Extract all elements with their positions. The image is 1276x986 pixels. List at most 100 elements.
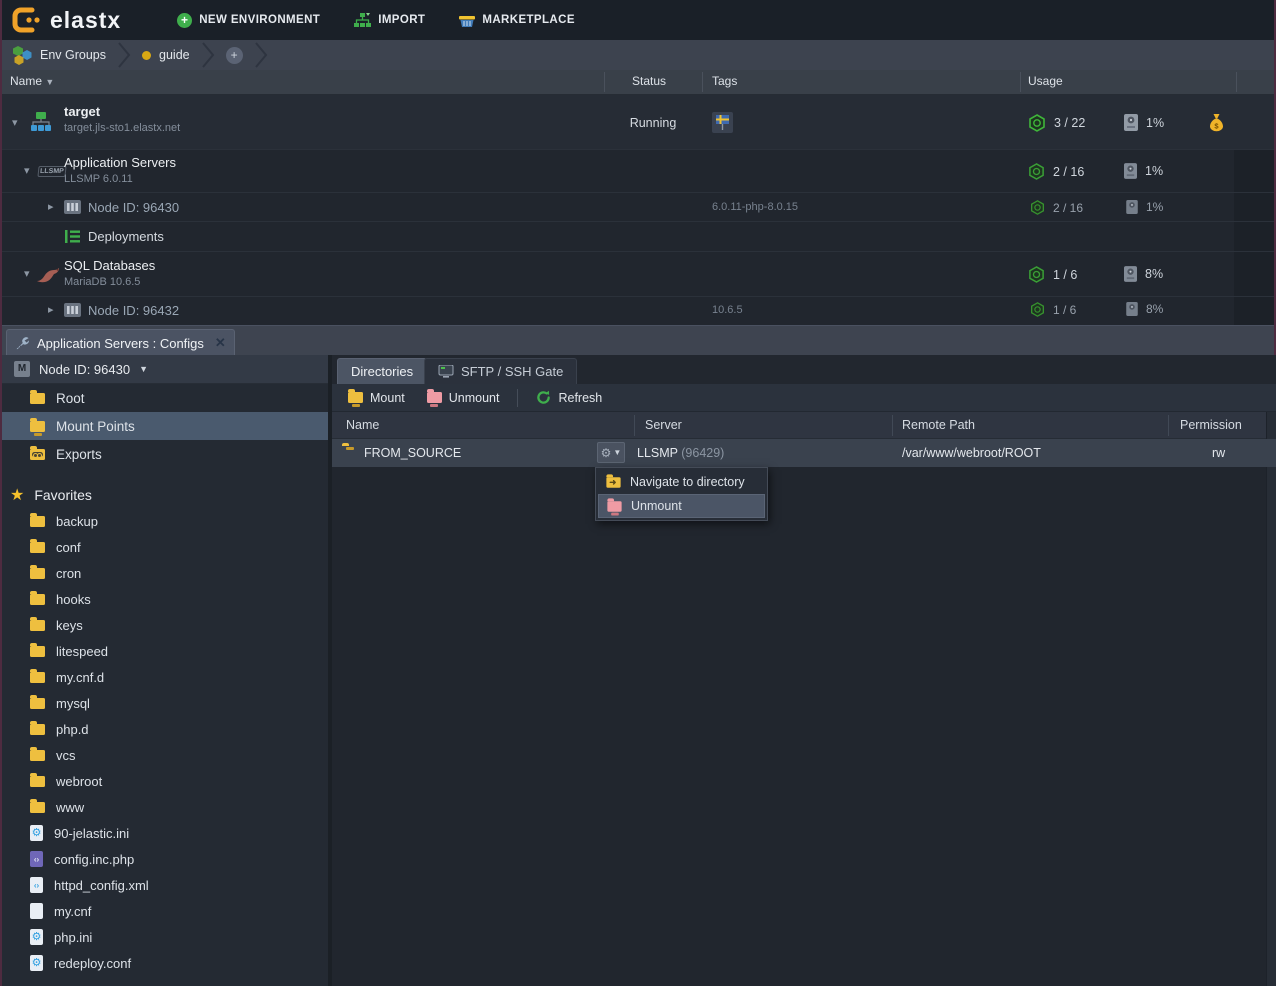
ini-file-icon: ⚙ <box>30 929 43 945</box>
new-environment-button[interactable]: + NEW ENVIRONMENT <box>163 0 334 40</box>
env-row-app-servers[interactable]: ▾ LLSMP Application Servers LLSMP 6.0.11… <box>2 150 1274 193</box>
conf-file-icon: ⚙ <box>30 955 43 971</box>
unmount-button[interactable]: Unmount <box>419 387 508 409</box>
exports-folder-icon <box>30 449 45 460</box>
favorites-header: ★ Favorites <box>2 482 328 508</box>
chevron-down-icon[interactable]: ▾ <box>24 164 30 177</box>
breadcrumb-group[interactable]: guide <box>132 48 200 62</box>
favorite-folder[interactable]: php.d <box>2 716 328 742</box>
favorite-folder[interactable]: litespeed <box>2 638 328 664</box>
cloudlet-usage: 2 / 16 <box>1028 163 1084 180</box>
sidebar-item-mount-points[interactable]: Mount Points <box>2 412 328 440</box>
cloudlet-icon <box>1030 200 1045 215</box>
panel-tab-strip: Application Servers : Configs ✕ <box>2 325 1274 355</box>
tab-sftp-ssh-gate[interactable]: SFTP / SSH Gate <box>424 358 577 384</box>
row-actions-button[interactable]: ⚙▼ <box>597 442 625 463</box>
favorite-folder[interactable]: vcs <box>2 742 328 768</box>
favorite-folder[interactable]: my.cnf.d <box>2 664 328 690</box>
chevron-down-icon[interactable]: ▾ <box>24 267 30 280</box>
close-panel-icon[interactable]: ✕ <box>215 335 226 351</box>
favorite-file[interactable]: ⚙php.ini <box>2 924 328 950</box>
disk-icon <box>1126 302 1138 316</box>
favorite-folder[interactable]: mysql <box>2 690 328 716</box>
billing-badge[interactable]: $ <box>1208 113 1225 132</box>
import-button[interactable]: IMPORT <box>340 0 439 40</box>
favorite-folder[interactable]: cron <box>2 560 328 586</box>
chevron-right-icon[interactable]: ▸ <box>48 303 54 316</box>
favorite-file[interactable]: ⚙90-jelastic.ini <box>2 820 328 846</box>
column-name[interactable]: Name ▼ <box>10 74 54 88</box>
favorite-folder[interactable]: hooks <box>2 586 328 612</box>
folder-icon <box>30 393 45 404</box>
refresh-button[interactable]: Refresh <box>528 387 610 409</box>
favorite-folder[interactable]: webroot <box>2 768 328 794</box>
column-divider <box>634 415 635 436</box>
env-title: target target.jls-sto1.elastx.net <box>64 104 180 134</box>
sidebar-item-root[interactable]: Root <box>2 384 328 412</box>
column-server[interactable]: Server <box>645 418 682 432</box>
column-divider <box>1020 72 1021 92</box>
folder-icon <box>30 750 45 761</box>
column-name[interactable]: Name <box>346 418 379 432</box>
env-groups-icon <box>12 45 32 65</box>
table-scrollbar-gutter[interactable] <box>1266 412 1276 986</box>
chevron-down-icon[interactable]: ▾ <box>12 116 18 129</box>
mount-row-from-source[interactable]: FROM_SOURCE ⚙▼ LLSMP (96429) /var/www/we… <box>332 439 1276 467</box>
favorite-folder[interactable]: conf <box>2 534 328 560</box>
folder-icon <box>30 724 45 735</box>
configs-panel-tab[interactable]: Application Servers : Configs ✕ <box>6 329 235 356</box>
env-row-deployments[interactable]: Deployments <box>2 222 1274 252</box>
mounts-table-header: Name Server Remote Path Permission <box>332 412 1276 439</box>
env-row-sql-databases[interactable]: ▾ SQL Databases MariaDB 10.6.5 1 / 6 8% <box>2 252 1274 297</box>
refresh-icon <box>536 390 551 405</box>
menu-item-unmount[interactable]: Unmount <box>598 494 765 518</box>
toolbar-divider <box>517 389 518 407</box>
favorite-file[interactable]: ‹›config.inc.php <box>2 846 328 872</box>
layer-title: Application Servers LLSMP 6.0.11 <box>64 155 176 185</box>
config-sidebar: M Node ID: 96430 ▼ Root Mount Points Exp… <box>2 355 328 986</box>
env-row-target[interactable]: ▾ target target.jls-sto1.elastx.net Runn… <box>2 95 1274 150</box>
caret-down-icon: ▼ <box>139 364 148 374</box>
folder-icon <box>30 646 45 657</box>
mount-button[interactable]: Mount <box>340 387 413 409</box>
navigate-folder-icon: ➜ <box>606 477 620 487</box>
env-row-node-96430[interactable]: ▸ Node ID: 96430 6.0.11-php-8.0.15 2 / 1… <box>2 193 1274 222</box>
column-remote-path[interactable]: Remote Path <box>902 418 975 432</box>
favorite-folder[interactable]: backup <box>2 508 328 534</box>
cloudlet-icon <box>1028 114 1046 132</box>
marketplace-button[interactable]: MARKETPLACE <box>445 0 589 40</box>
cloudlet-icon <box>1030 302 1045 317</box>
menu-item-navigate-to-directory[interactable]: ➜ Navigate to directory <box>598 470 765 494</box>
favorite-file[interactable]: ‹›httpd_config.xml <box>2 872 328 898</box>
brand-logo[interactable]: elastx <box>2 7 139 34</box>
region-tag[interactable] <box>712 112 733 133</box>
folder-icon <box>30 568 45 579</box>
tab-directories[interactable]: Directories <box>337 358 427 384</box>
add-group-button[interactable]: + <box>216 47 253 64</box>
column-divider <box>604 72 605 92</box>
env-row-node-96432[interactable]: ▸ Node ID: 96432 10.6.5 1 / 6 8% <box>2 297 1274 325</box>
favorite-file[interactable]: ⚙redeploy.conf <box>2 950 328 976</box>
file-icon <box>30 903 43 919</box>
environment-list: ▾ target target.jls-sto1.elastx.net Runn… <box>2 95 1274 325</box>
disk-icon <box>1124 163 1137 179</box>
sidebar-item-exports[interactable]: Exports <box>2 440 328 468</box>
cloudlet-usage: 3 / 22 <box>1028 114 1085 132</box>
folder-icon <box>30 802 45 813</box>
chevron-right-icon[interactable]: ▸ <box>48 200 54 213</box>
breadcrumb-env-groups[interactable]: Env Groups <box>2 45 116 65</box>
cloudlet-usage: 1 / 6 <box>1028 266 1077 283</box>
column-divider <box>1168 415 1169 436</box>
favorite-file[interactable]: my.cnf <box>2 898 328 924</box>
group-dot-icon <box>142 51 151 60</box>
breadcrumb: Env Groups guide + <box>2 40 1274 70</box>
column-permission[interactable]: Permission <box>1180 418 1242 432</box>
favorite-folder[interactable]: www <box>2 794 328 820</box>
favorite-folder[interactable]: keys <box>2 612 328 638</box>
column-tags[interactable]: Tags <box>712 74 737 88</box>
node-selector[interactable]: M Node ID: 96430 ▼ <box>2 355 328 384</box>
column-usage[interactable]: Usage <box>1028 74 1063 88</box>
money-bag-icon: $ <box>1208 113 1225 132</box>
disk-usage: 8% <box>1126 302 1163 316</box>
column-status[interactable]: Status <box>632 74 666 88</box>
